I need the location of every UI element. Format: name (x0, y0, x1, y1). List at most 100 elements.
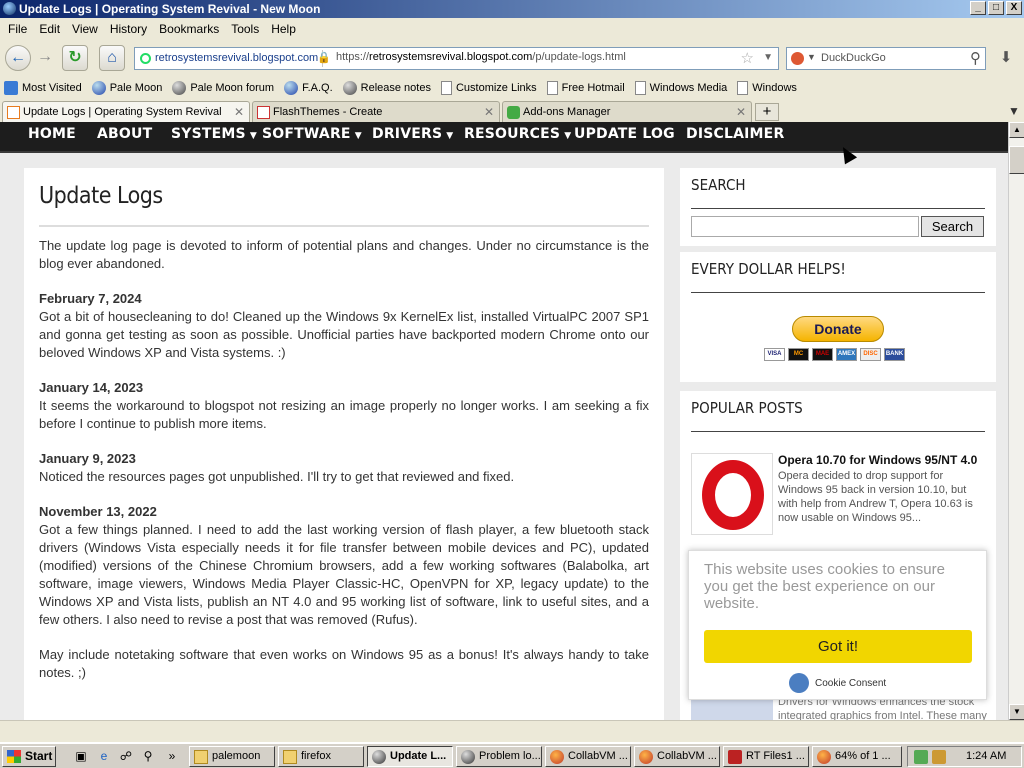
show-desktop-icon[interactable]: ▣ (73, 748, 89, 764)
nav-home[interactable]: HOME (28, 126, 76, 142)
forward-button[interactable]: → (32, 45, 58, 71)
task-collabvm-2[interactable]: CollabVM ... (634, 746, 720, 767)
blog-search-button[interactable]: Search (921, 216, 984, 237)
menu-edit[interactable]: Edit (33, 20, 66, 38)
scroll-down-icon[interactable]: ▼ (1009, 704, 1024, 720)
tray-network-icon[interactable] (914, 750, 928, 764)
opera-logo-thumbnail[interactable] (691, 453, 773, 535)
task-label: CollabVM ... (568, 750, 628, 762)
tray-app-icon[interactable] (932, 750, 946, 764)
search-computer-icon[interactable]: ⚲ (140, 748, 156, 764)
moon-icon (342, 81, 357, 95)
url-bar[interactable]: retrosystemsrevival.blogspot.com 🔒 https… (134, 47, 779, 70)
title-bar: Update Logs | Operating System Revival -… (0, 0, 1024, 18)
menu-file[interactable]: File (2, 20, 33, 38)
scrollbar-thumb[interactable] (1009, 146, 1024, 174)
tab-strip: Update Logs | Operating System Revival ✕… (0, 100, 1024, 122)
task-problem-log[interactable]: Problem lo... (456, 746, 542, 767)
more-quicklaunch-icon[interactable]: » (164, 748, 180, 764)
url-dropdown-icon[interactable]: ▼ (763, 52, 773, 63)
task-rt-files[interactable]: RT Files1 ... (723, 746, 809, 767)
bookmark-pale-moon-forum[interactable]: Pale Moon forum (172, 78, 278, 98)
duckduckgo-icon[interactable] (791, 52, 804, 65)
bookmark-customize-links[interactable]: Customize Links (440, 78, 541, 98)
bookmark-release-notes[interactable]: Release notes (342, 78, 435, 98)
task-label: CollabVM ... (657, 750, 717, 762)
scroll-up-icon[interactable]: ▲ (1009, 122, 1024, 138)
bookmark-faq[interactable]: F.A.Q. (284, 78, 337, 98)
tab-flashthemes[interactable]: FlashThemes - Create ✕ (252, 101, 500, 122)
bookmark-windows-media[interactable]: Windows Media (634, 78, 732, 98)
network-icon[interactable]: ☍ (118, 748, 134, 764)
maximize-button[interactable]: □ (988, 1, 1004, 15)
tab-list-icon[interactable]: ▼ (1008, 104, 1020, 118)
search-icon[interactable]: ⚲ (970, 49, 981, 67)
clock[interactable]: 1:24 AM (966, 750, 1006, 762)
menu-tools[interactable]: Tools (225, 20, 265, 38)
minimize-button[interactable]: _ (970, 1, 986, 15)
menu-history[interactable]: History (104, 20, 153, 38)
paypal-donate-button[interactable]: Donate (792, 316, 884, 342)
nav-update-log[interactable]: UPDATE LOG (574, 126, 675, 142)
bookmark-most-visited[interactable]: Most Visited (4, 78, 86, 98)
task-collabvm-1[interactable]: CollabVM ... (545, 746, 631, 767)
nav-about[interactable]: ABOUT (97, 126, 152, 142)
task-firefox-folder[interactable]: firefox (278, 746, 364, 767)
nav-resources[interactable]: RESOURCES ▼ (464, 126, 571, 142)
post-title: Update Logs (39, 183, 649, 227)
bookmark-label: Pale Moon forum (190, 82, 275, 94)
downloads-icon[interactable]: ⬇ (992, 45, 1020, 71)
cookie-accept-button[interactable]: Got it! (704, 630, 972, 663)
vertical-scrollbar[interactable]: ▲ ▼ (1008, 122, 1024, 720)
popular-post-title[interactable]: Opera 10.70 for Windows 95/NT 4.0 (778, 453, 977, 467)
tab-update-logs[interactable]: Update Logs | Operating System Revival ✕ (2, 101, 250, 122)
lock-icon[interactable]: 🔒 (317, 51, 331, 64)
close-tab-icon[interactable]: ✕ (736, 105, 746, 119)
menu-help[interactable]: Help (265, 20, 302, 38)
nav-systems[interactable]: SYSTEMS ▼ (171, 126, 257, 142)
task-update-logs[interactable]: Update L... (367, 746, 453, 767)
blog-search-input[interactable] (691, 216, 919, 237)
back-button[interactable]: ← (5, 45, 31, 71)
entry-text: Noticed the resources pages got unpublis… (39, 469, 515, 484)
cookie-consent-link[interactable]: Cookie Consent (789, 673, 886, 693)
nav-software[interactable]: SOFTWARE ▼ (262, 126, 362, 142)
close-tab-icon[interactable]: ✕ (234, 105, 244, 119)
bookmark-windows[interactable]: Windows (737, 78, 801, 98)
mastercard-icon: MC (788, 348, 809, 361)
close-tab-icon[interactable]: ✕ (484, 105, 494, 119)
menu-bookmarks[interactable]: Bookmarks (153, 20, 225, 38)
menu-view[interactable]: View (66, 20, 104, 38)
task-download-progress[interactable]: 64% of 1 ... (812, 746, 902, 767)
task-palemoon-folder[interactable]: palemoon (189, 746, 275, 767)
internet-explorer-icon[interactable]: e (96, 748, 112, 764)
nav-disclaimer[interactable]: DISCLAIMER (686, 126, 784, 142)
close-button[interactable]: X (1006, 1, 1022, 15)
task-label: 64% of 1 ... (835, 750, 891, 762)
navigation-toolbar: ← → ↻ ⌂ retrosystemsrevival.blogspot.com… (0, 42, 1024, 74)
payment-cards: VISA MC MAE AMEX DISC BANK (764, 348, 905, 361)
url-text[interactable]: https://retrosystemsrevival.blogspot.com… (336, 51, 626, 63)
reload-button[interactable]: ↻ (62, 45, 88, 71)
firefox-icon (639, 750, 653, 764)
home-button[interactable]: ⌂ (99, 45, 125, 71)
donate-widget-title: EVERY DOLLAR HELPS! (691, 260, 985, 293)
site-identity-button[interactable]: retrosystemsrevival.blogspot.com (137, 50, 324, 67)
bookmark-label: Free Hotmail (561, 82, 625, 94)
tab-addons-manager[interactable]: Add-ons Manager ✕ (502, 101, 752, 122)
nav-drivers[interactable]: DRIVERS ▼ (372, 126, 453, 142)
search-engine-dropdown-icon[interactable]: ▼ (807, 52, 816, 62)
new-tab-button[interactable]: + (755, 103, 779, 121)
site-identity-label: retrosystemsrevival.blogspot.com (155, 52, 319, 64)
menu-bar: File Edit View History Bookmarks Tools H… (0, 20, 1024, 38)
bookmark-star-icon[interactable]: ☆ (741, 49, 754, 67)
search-widget: SEARCH Search (680, 168, 996, 246)
bookmarks-toolbar: Most Visited Pale Moon Pale Moon forum F… (0, 78, 1024, 98)
search-bar[interactable]: ▼ DuckDuckGo ⚲ (786, 47, 986, 70)
palemoon-app-icon (3, 2, 16, 15)
bookmark-free-hotmail[interactable]: Free Hotmail (546, 78, 629, 98)
flashthemes-icon (257, 106, 270, 119)
bookmark-pale-moon[interactable]: Pale Moon (91, 78, 167, 98)
start-button[interactable]: Start (2, 746, 56, 767)
popular-post-snippet: Opera decided to drop support for Window… (778, 470, 973, 524)
